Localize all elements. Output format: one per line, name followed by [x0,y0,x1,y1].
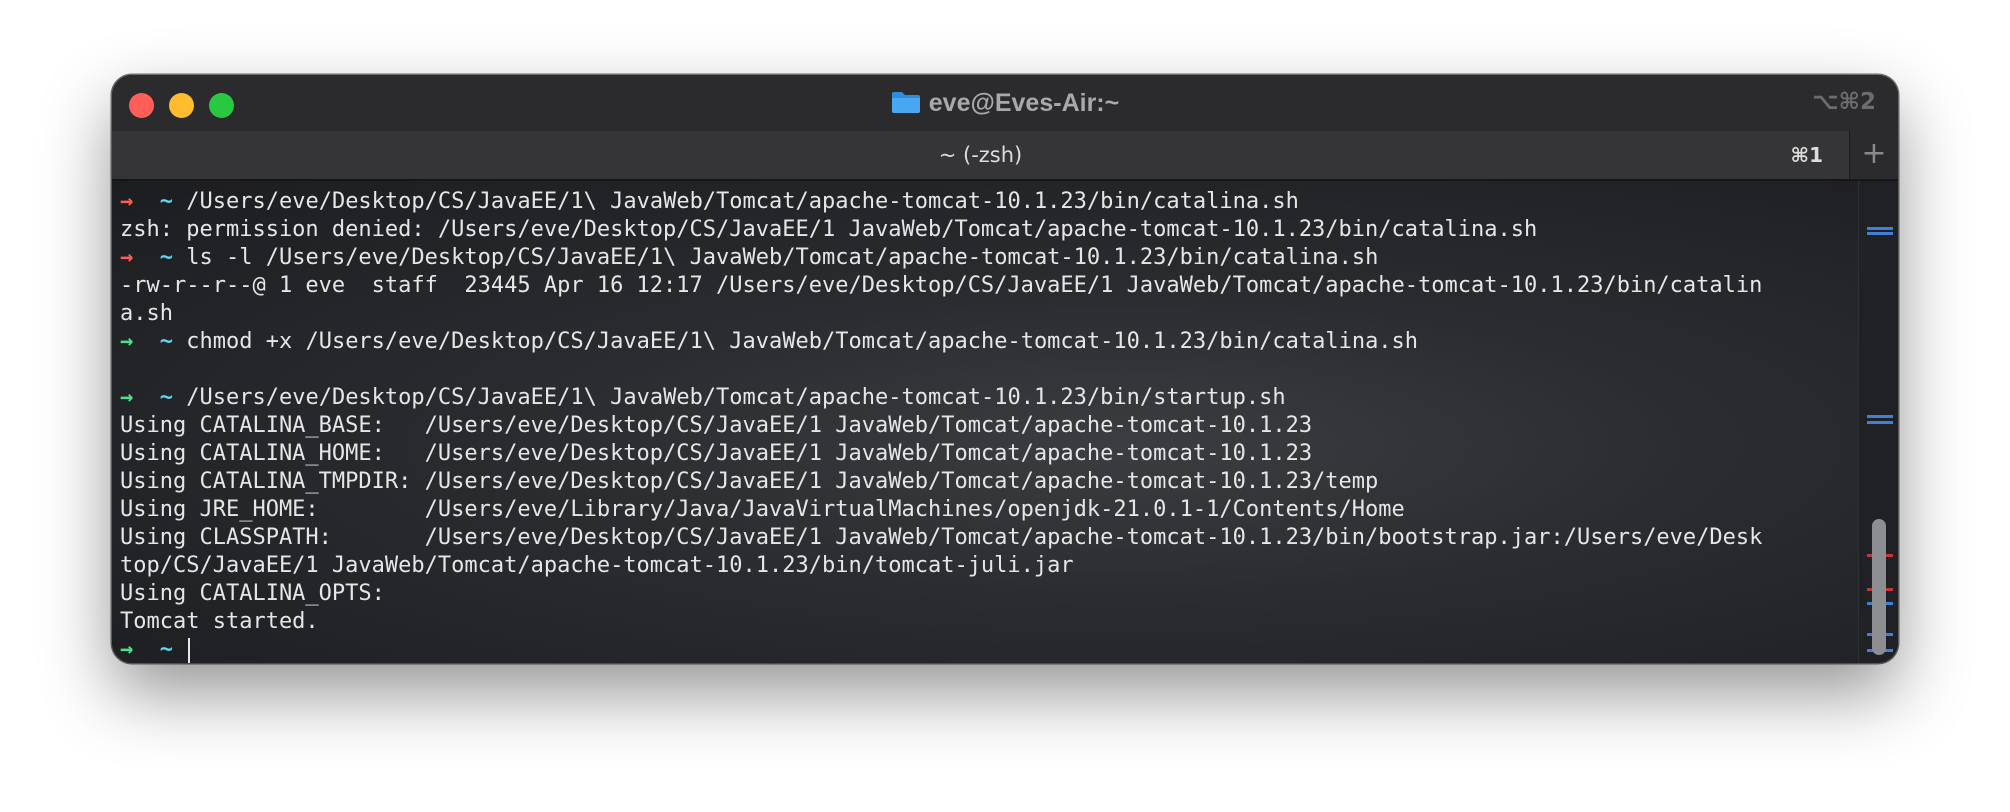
tab-zsh[interactable]: ~ (-zsh) ⌘1 [112,131,1849,179]
window-title-area: eve@Eves-Air:~ [112,87,1898,119]
output-line: Tomcat started. [120,609,319,634]
prompt-line: → ~ /Users/eve/Desktop/CS/JavaEE/1\ Java… [120,188,1762,216]
window-title: eve@Eves-Air:~ [928,89,1120,117]
scroll-mark [1867,421,1893,424]
terminal-lines: → ~ /Users/eve/Desktop/CS/JavaEE/1\ Java… [120,188,1762,663]
text-cursor[interactable] [188,637,191,663]
prompt-line: → ~ [120,636,1762,663]
command-text: /Users/eve/Desktop/CS/JavaEE/1\ JavaWeb/… [186,385,1286,410]
prompt-arrow-icon: → [120,385,134,410]
output-line: Using CATALINA_TMPDIR: /Users/eve/Deskto… [120,469,1379,494]
prompt-arrow-icon: → [120,329,134,354]
prompt-cwd: ~ [159,637,173,662]
prompt-arrow-icon: → [120,637,134,662]
window-shortcut: ⌥⌘2 [1812,89,1876,115]
output-line: Using CATALINA_HOME: /Users/eve/Desktop/… [120,441,1313,466]
output-line: top/CS/JavaEE/1 JavaWeb/Tomcat/apache-to… [120,553,1074,578]
output-line: Using CATALINA_OPTS: [120,581,385,606]
tab-bar: ~ (-zsh) ⌘1 + [112,131,1898,181]
tab-shortcut: ⌘1 [1790,143,1823,167]
scroll-mark [1867,232,1893,235]
prompt-arrow-icon: → [120,245,134,270]
command-text: /Users/eve/Desktop/CS/JavaEE/1\ JavaWeb/… [186,189,1299,214]
prompt-line: → ~ /Users/eve/Desktop/CS/JavaEE/1\ Java… [120,384,1762,412]
folder-icon [891,92,920,114]
prompt-line: → ~ chmod +x /Users/eve/Desktop/CS/JavaE… [120,328,1762,356]
output-line: -rw-r--r--@ 1 eve staff 23445 Apr 16 12:… [120,273,1763,298]
output-line: Using CLASSPATH: /Users/eve/Desktop/CS/J… [120,525,1763,550]
scroll-mark [1867,415,1893,418]
prompt-cwd: ~ [159,245,173,270]
output-line: Using CATALINA_BASE: /Users/eve/Desktop/… [120,413,1313,438]
command-text: ls -l /Users/eve/Desktop/CS/JavaEE/1\ Ja… [186,245,1379,270]
output-line: a.sh [120,301,173,326]
terminal-output[interactable]: → ~ /Users/eve/Desktop/CS/JavaEE/1\ Java… [112,181,1858,663]
prompt-arrow-icon: → [120,189,134,214]
new-tab-button[interactable]: + [1849,131,1898,179]
output-line: zsh: permission denied: /Users/eve/Deskt… [120,217,1538,242]
prompt-cwd: ~ [159,189,173,214]
output-line: Using JRE_HOME: /Users/eve/Library/Java/… [120,497,1405,522]
scrollbar[interactable] [1858,181,1898,663]
prompt-cwd: ~ [159,329,173,354]
prompt-line: → ~ ls -l /Users/eve/Desktop/CS/JavaEE/1… [120,244,1762,272]
terminal-window: eve@Eves-Air:~ ⌥⌘2 ~ (-zsh) ⌘1 + → ~ /Us… [112,75,1898,663]
tab-title: ~ (-zsh) [938,143,1023,167]
scroll-mark [1867,227,1893,230]
title-bar[interactable]: eve@Eves-Air:~ ⌥⌘2 [112,75,1898,131]
scrollbar-thumb[interactable] [1872,519,1886,655]
prompt-cwd: ~ [159,385,173,410]
command-text: chmod +x /Users/eve/Desktop/CS/JavaEE/1\… [186,329,1419,354]
